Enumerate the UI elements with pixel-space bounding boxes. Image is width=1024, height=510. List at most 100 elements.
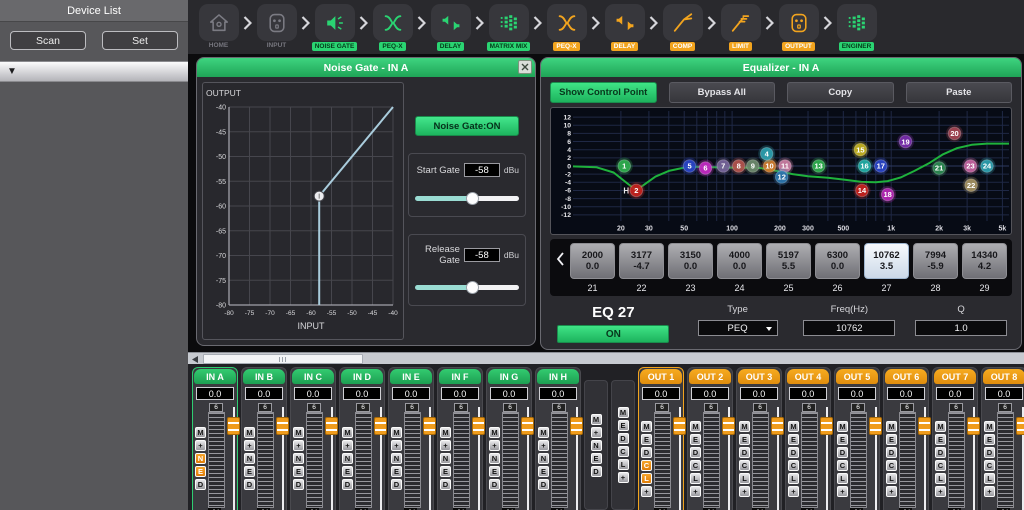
eq-point-18[interactable]: 18 [879,186,896,203]
eq-band-box[interactable]: 7994 -5.9 [913,243,958,279]
channel-strip-in-h[interactable]: IN H0.0M+NED6-64 [535,367,581,510]
release-gate-slider[interactable] [415,281,519,294]
channel-strip-in-g[interactable]: IN G0.0M+NED6-64 [486,367,532,510]
toolbar-item-peq-x[interactable]: PEQ-X [544,4,589,51]
eq-band-25[interactable]: 5197 5.5 25 [766,243,811,294]
eq-band-27[interactable]: 10762 3.5 27 [864,243,909,294]
channel-button-C[interactable]: C [984,460,995,471]
channel-button-E[interactable]: E [342,466,353,477]
eq-point-20[interactable]: 20 [946,125,963,142]
channel-button-E[interactable]: E [984,434,995,445]
channel-button-D[interactable]: D [641,447,652,458]
fader-handle[interactable] [673,417,686,435]
channel-button-N[interactable]: N [342,453,353,464]
fader-handle[interactable] [869,417,882,435]
channel-button-plus[interactable]: + [391,440,402,451]
master-button-E[interactable]: E [591,453,602,464]
channel-button-D[interactable]: D [886,447,897,458]
fader-handle[interactable] [771,417,784,435]
channel-button-M[interactable]: M [195,427,206,438]
eq-point-19[interactable]: 19 [897,133,914,150]
channel-button-plus[interactable]: + [342,440,353,451]
channel-strip-in-c[interactable]: IN C0.0M+NED6-64 [290,367,336,510]
fader-handle[interactable] [570,417,583,435]
start-gate-slider[interactable] [415,192,519,205]
eq-point-16[interactable]: 16 [856,158,873,175]
channel-button-plus[interactable]: + [489,440,500,451]
channel-button-E[interactable]: E [788,434,799,445]
fader-handle[interactable] [918,417,931,435]
channel-gain-value[interactable]: 0.0 [294,387,332,400]
master-button-D[interactable]: D [618,433,629,444]
eq-point-21[interactable]: 21 [931,160,948,177]
eq-band-29[interactable]: 14340 4.2 29 [962,243,1007,294]
channel-button-D[interactable]: D [538,479,549,490]
slider-knob[interactable] [466,192,479,205]
channel-button-D[interactable]: D [391,479,402,490]
eq-point-9[interactable]: 9 [744,158,761,175]
channel-strip-in-a[interactable]: IN A0.0M+NED6-64 [192,367,238,510]
channel-button-M[interactable]: M [984,421,995,432]
channel-button-C[interactable]: C [739,460,750,471]
slider-knob[interactable] [466,281,479,294]
channel-button-M[interactable]: M [440,427,451,438]
channel-button-M[interactable]: M [293,427,304,438]
channel-strip-in-b[interactable]: IN B0.0M+NED6-64 [241,367,287,510]
channel-button-L[interactable]: L [641,473,652,484]
scroll-left-arrow-icon[interactable] [189,354,200,364]
channel-button-D[interactable]: D [935,447,946,458]
channel-button-C[interactable]: C [935,460,946,471]
channel-strip-out-1[interactable]: OUT 10.0MEDCL+6-64 [638,367,684,510]
channel-button-L[interactable]: L [690,473,701,484]
master-button-C[interactable]: C [618,446,629,457]
eq-band-box[interactable]: 5197 5.5 [766,243,811,279]
fader-handle[interactable] [227,417,240,435]
close-icon[interactable] [518,60,532,74]
scrollbar-thumb[interactable] [203,354,363,364]
channel-strip-in-d[interactable]: IN D0.0M+NED6-64 [339,367,385,510]
eq-band-box[interactable]: 10762 3.5 [864,243,909,279]
master-button-D[interactable]: D [591,466,602,477]
channel-button-L[interactable]: L [788,473,799,484]
channel-button-plus[interactable]: + [739,486,750,497]
channel-button-L[interactable]: L [837,473,848,484]
channel-button-plus[interactable]: + [538,440,549,451]
eq-point-23[interactable]: 23 [962,158,979,175]
channel-button-L[interactable]: L [739,473,750,484]
channel-gain-value[interactable]: 0.0 [490,387,528,400]
chevron-left-icon[interactable] [553,252,568,266]
master-button-L[interactable]: L [618,459,629,470]
eq-band-21[interactable]: 2000 0.0 21 [570,243,615,294]
channel-button-E[interactable]: E [886,434,897,445]
channel-button-N[interactable]: N [293,453,304,464]
q-input[interactable]: 1.0 [915,320,1007,336]
channel-button-plus[interactable]: + [837,486,848,497]
channel-gain-value[interactable]: 0.0 [245,387,283,400]
channel-button-D[interactable]: D [690,447,701,458]
eq-point-17[interactable]: 17 [872,158,889,175]
channel-button-D[interactable]: D [244,479,255,490]
channel-button-N[interactable]: N [489,453,500,464]
channel-button-E[interactable]: E [739,434,750,445]
eq-point-7[interactable]: 7 [715,158,732,175]
equalizer-titlebar[interactable]: Equalizer - IN A [541,58,1021,77]
fader-handle[interactable] [423,417,436,435]
channel-button-M[interactable]: M [342,427,353,438]
channel-button-M[interactable]: M [641,421,652,432]
eq-point-2[interactable]: H2 [623,182,645,199]
channel-button-M[interactable]: M [244,427,255,438]
channel-strip-out-5[interactable]: OUT 50.0MEDCL+6-64 [834,367,880,510]
release-gate-value[interactable]: -58 [464,248,500,262]
eq-band-26[interactable]: 6300 0.0 26 [815,243,860,294]
copy-button[interactable]: Copy [787,82,894,103]
channel-strip-out-3[interactable]: OUT 30.0MEDCL+6-64 [736,367,782,510]
channel-button-E[interactable]: E [538,466,549,477]
channel-button-D[interactable]: D [984,447,995,458]
channel-button-D[interactable]: D [293,479,304,490]
eq-band-box[interactable]: 6300 0.0 [815,243,860,279]
toolbar-item-input[interactable]: INPUT [254,4,299,49]
channel-button-E[interactable]: E [935,434,946,445]
channel-button-M[interactable]: M [788,421,799,432]
channel-button-plus[interactable]: + [195,440,206,451]
channel-gain-value[interactable]: 0.0 [642,387,680,400]
